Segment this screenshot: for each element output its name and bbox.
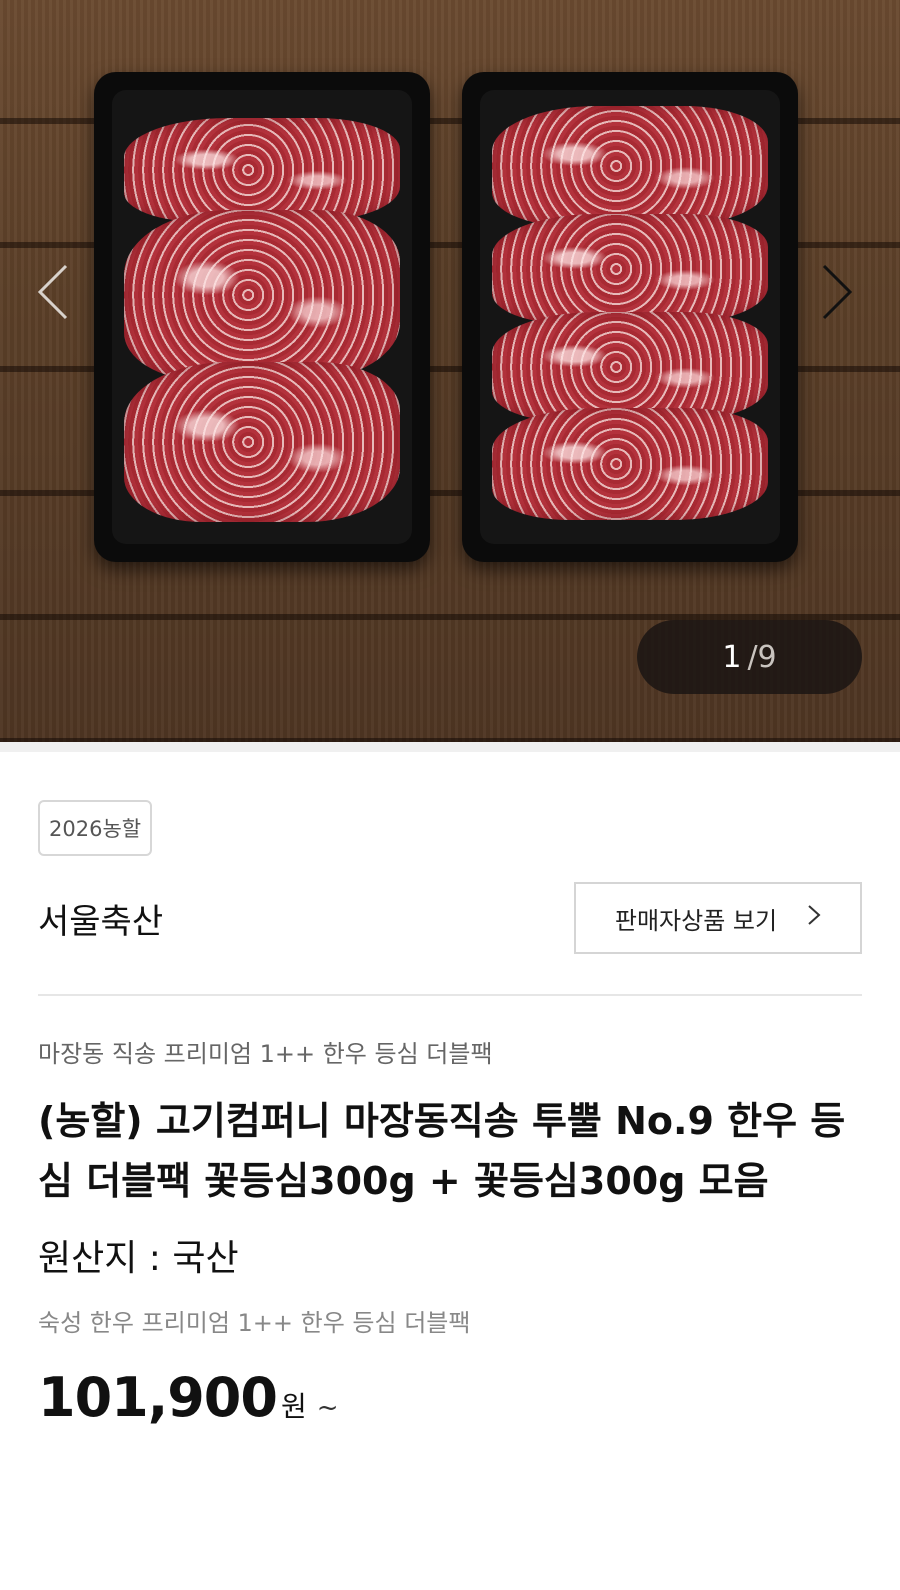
product-info: 2026농할 서울축산 판매자상품 보기 마장동 직송 프리미엄 1++ 한우 … (0, 752, 900, 1429)
chevron-left-icon[interactable] (30, 262, 76, 322)
steak-slice (124, 362, 400, 522)
price-currency: 원 (280, 1390, 307, 1423)
image-counter: 1 /9 (637, 620, 862, 694)
seller-products-label: 판매자상품 보기 (614, 906, 778, 935)
meat-tray-image (462, 72, 798, 562)
seller-name[interactable]: 서울축산 (38, 894, 163, 943)
product-subtitle: 마장동 직송 프리미엄 1++ 한우 등심 더블팩 (38, 1040, 493, 1068)
section-divider (0, 742, 900, 752)
product-image-carousel[interactable]: 1 /9 (0, 0, 900, 742)
meat-tray-image (94, 72, 430, 562)
steak-slice (124, 118, 400, 222)
image-counter-total: /9 (747, 639, 777, 675)
steak-slice (492, 408, 768, 520)
product-title: (농할) 고기컴퍼니 마장동직송 투뿔 No.9 한우 등심 더블팩 꽃등심30… (38, 1099, 846, 1203)
divider (38, 994, 862, 996)
product-price: 101,900 (38, 1366, 278, 1429)
seller-products-button[interactable]: 판매자상품 보기 (574, 882, 862, 954)
steak-slice (492, 312, 768, 422)
product-origin: 원산지 : 국산 (38, 1238, 239, 1279)
steak-slice (492, 106, 768, 226)
image-counter-current: 1 (722, 639, 742, 675)
seller-row: 서울축산 판매자상품 보기 (38, 880, 862, 956)
product-description: 숙성 한우 프리미엄 1++ 한우 등심 더블팩 (38, 1309, 471, 1337)
promo-badge: 2026농할 (38, 800, 153, 856)
chevron-right-icon[interactable] (816, 262, 862, 322)
steak-slice (124, 210, 400, 380)
steak-slice (492, 214, 768, 324)
chevron-right-icon (807, 903, 821, 933)
price-suffix: ~ (316, 1393, 339, 1423)
price-row: 101,900 원 ~ (38, 1366, 862, 1429)
